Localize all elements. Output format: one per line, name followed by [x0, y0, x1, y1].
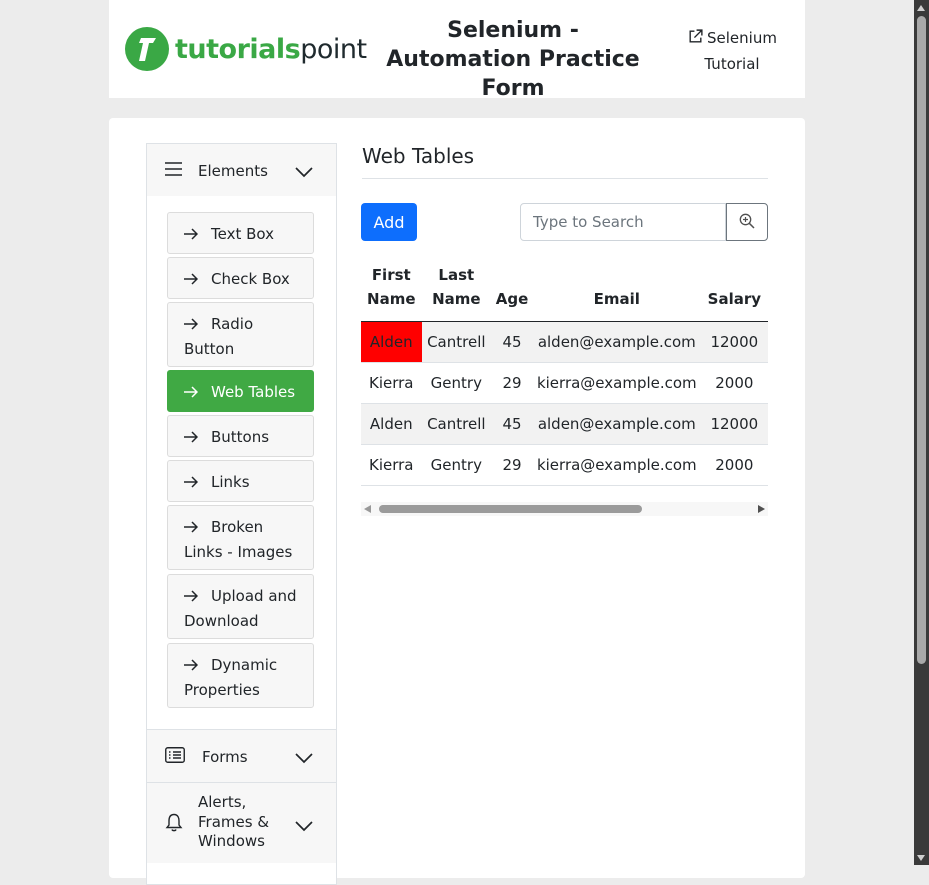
table-cell: 12000 [700, 403, 768, 445]
table-cell: 29 [491, 362, 533, 404]
chevron-down-icon [295, 817, 313, 836]
sidebar-item-label: Broken Links - Images [184, 518, 293, 561]
sidebar-item-buttons[interactable]: Buttons [167, 415, 314, 457]
chevron-down-icon [295, 163, 313, 182]
table-row[interactable]: Kierra Gentry 29 kierra@example.com 2000 [361, 362, 768, 404]
accordion-alerts-label: Alerts, Frames & Windows [198, 793, 270, 850]
table-cell: 2000 [700, 362, 768, 404]
selenium-tutorial-link[interactable]: Selenium Tutorial [682, 26, 782, 76]
table-cell: 45 [491, 403, 533, 445]
accordion-elements-label: Elements [198, 162, 268, 180]
table-cell: Kierra [361, 444, 422, 486]
web-table: First Name Last Name Age Email Salary Al… [361, 259, 768, 486]
table-cell: 2000 [700, 444, 768, 486]
accordion-forms[interactable]: Forms [147, 730, 336, 782]
page-title: Selenium - Automation Practice Form [386, 18, 640, 101]
sidebar-item-label: Text Box [211, 225, 274, 243]
bell-icon [165, 813, 183, 836]
table-row[interactable]: Alden Cantrell 45 alden@example.com 1200… [361, 403, 768, 445]
sidebar-item-label: Buttons [211, 428, 270, 446]
table-cell: Cantrell [421, 321, 492, 363]
logo-text: tutorialspoint [175, 33, 367, 65]
table-cell: 45 [491, 321, 533, 363]
accordion-forms-label: Forms [202, 748, 248, 766]
scrollbar-thumb[interactable] [917, 16, 926, 664]
search-input[interactable] [520, 203, 726, 241]
table-cell: Gentry [421, 444, 492, 486]
menu-icon [165, 161, 182, 181]
sidebar-item-broken-links-images[interactable]: Broken Links - Images [167, 505, 314, 570]
table-horizontal-scrollbar[interactable] [361, 502, 768, 516]
table-header-row: First Name Last Name Age Email Salary [361, 259, 768, 322]
content-card: Elements Text Box Check Box Radio Button… [109, 118, 805, 885]
table-cell: Cantrell [421, 403, 492, 445]
arrow-right-icon [184, 426, 199, 450]
sidebar-item-label: Links [211, 473, 250, 491]
list-icon [165, 747, 185, 767]
logo-mark-icon [125, 27, 169, 71]
sidebar-item-links[interactable]: Links [167, 460, 314, 502]
scroll-up-icon[interactable] [917, 5, 925, 11]
arrow-right-icon [184, 585, 199, 609]
table-cell: 29 [491, 444, 533, 486]
arrow-right-icon [184, 268, 199, 292]
table-cell: Alden [361, 403, 422, 445]
column-header[interactable]: Age [491, 259, 533, 322]
sidebar: Elements Text Box Check Box Radio Button… [146, 143, 337, 885]
column-header[interactable]: Salary [700, 259, 768, 322]
tutorialspoint-logo[interactable]: tutorialspoint [125, 27, 367, 71]
table-cell: 12000 [700, 321, 768, 363]
column-header[interactable]: Email [532, 259, 701, 322]
table-cell: Gentry [421, 362, 492, 404]
scroll-left-icon[interactable] [364, 505, 371, 513]
table-cell: alden@example.com [532, 321, 701, 363]
arrow-right-icon [184, 381, 199, 405]
chevron-down-icon [295, 749, 313, 768]
sidebar-item-label: Upload and Download [184, 587, 297, 630]
search-button[interactable] [726, 203, 768, 241]
sidebar-item-check-box[interactable]: Check Box [167, 257, 314, 299]
page-vertical-scrollbar[interactable] [914, 0, 929, 865]
arrow-right-icon [184, 516, 199, 540]
scroll-right-icon[interactable] [758, 505, 765, 513]
arrow-right-icon [184, 471, 199, 495]
sidebar-item-label: Check Box [211, 270, 290, 288]
arrow-right-icon [184, 223, 199, 247]
sidebar-item-label: Web Tables [211, 383, 296, 401]
column-header[interactable]: Last Name [421, 259, 492, 322]
sidebar-item-radio-button[interactable]: Radio Button [167, 302, 314, 367]
table-cell: alden@example.com [532, 403, 701, 445]
scroll-down-icon[interactable] [917, 855, 925, 861]
web-table-container: First Name Last Name Age Email Salary Al… [361, 259, 768, 486]
add-button[interactable]: Add [361, 203, 417, 241]
table-cell: kierra@example.com [532, 362, 701, 404]
arrow-right-icon [184, 654, 199, 678]
site-header: tutorialspoint Selenium - Automation Pra… [109, 0, 805, 101]
sidebar-item-web-tables[interactable]: Web Tables [167, 370, 314, 412]
accordion-alerts-frames-windows[interactable]: Alerts, Frames & Windows [147, 783, 336, 863]
table-cell: kierra@example.com [532, 444, 701, 486]
table-cell: Alden [361, 321, 422, 363]
section-title: Web Tables [362, 144, 475, 168]
table-row[interactable]: Alden Cantrell 45 alden@example.com 1200… [361, 321, 768, 363]
title-divider [362, 178, 768, 179]
table-cell: Kierra [361, 362, 422, 404]
sidebar-item-text-box[interactable]: Text Box [167, 212, 314, 254]
external-link-icon [687, 28, 704, 52]
selenium-tutorial-label: Selenium Tutorial [704, 29, 777, 73]
sidebar-item-upload-and-download[interactable]: Upload and Download [167, 574, 314, 639]
search-group [520, 203, 768, 241]
table-row[interactable]: Kierra Gentry 29 kierra@example.com 2000 [361, 444, 768, 486]
arrow-right-icon [184, 313, 199, 337]
zoom-in-icon [739, 213, 755, 232]
scrollbar-thumb[interactable] [379, 505, 642, 513]
sidebar-item-dynamic-properties[interactable]: Dynamic Properties [167, 643, 314, 708]
accordion-elements[interactable]: Elements [147, 144, 336, 196]
column-header[interactable]: First Name [361, 259, 422, 322]
